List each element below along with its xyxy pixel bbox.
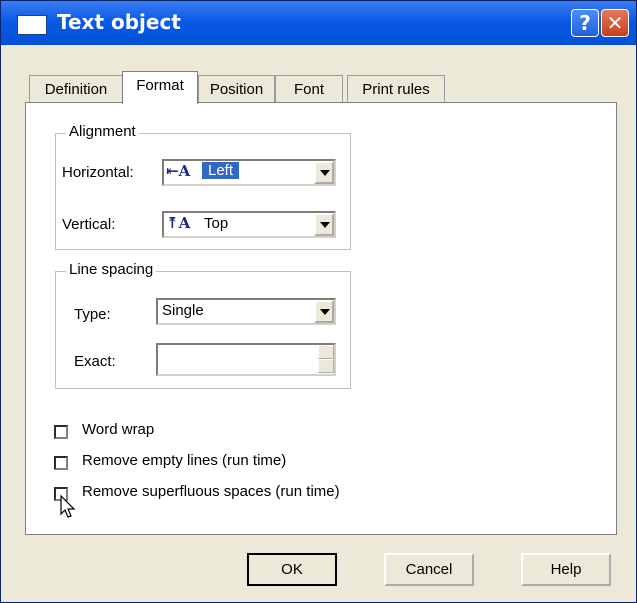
- window-icon: [17, 15, 47, 35]
- line-spacing-group: Line spacing Type: Single Exact:: [55, 261, 351, 389]
- word-wrap-label: Word wrap: [82, 421, 155, 438]
- help-button[interactable]: Help: [521, 553, 611, 586]
- align-left-icon: ⇤A: [166, 162, 191, 180]
- align-top-icon: ⤒A: [166, 214, 191, 232]
- type-label: Type:: [74, 306, 111, 323]
- tab-format[interactable]: Format: [122, 71, 198, 104]
- exact-label: Exact:: [74, 353, 116, 370]
- spin-down-button[interactable]: [318, 359, 334, 373]
- alignment-group: Alignment Horizontal: ⇤A Left Vertical: …: [55, 123, 351, 250]
- vertical-value: Top: [204, 215, 229, 232]
- vertical-select[interactable]: ⤒A Top: [162, 211, 336, 238]
- tab-definition[interactable]: Definition: [29, 75, 123, 103]
- vertical-label: Vertical:: [62, 216, 116, 233]
- tab-position[interactable]: Position: [198, 75, 275, 103]
- vertical-dropdown-button[interactable]: [314, 213, 334, 236]
- mouse-cursor-icon: [60, 495, 76, 518]
- type-select[interactable]: Single: [156, 298, 336, 325]
- spin-up-button[interactable]: [318, 345, 334, 359]
- tab-font[interactable]: Font: [275, 75, 343, 103]
- horizontal-value: Left: [202, 162, 240, 179]
- remove-empty-lines-label: Remove empty lines (run time): [82, 452, 287, 469]
- format-panel: Alignment Horizontal: ⇤A Left Vertical: …: [25, 102, 617, 535]
- type-dropdown-button[interactable]: [314, 300, 334, 323]
- tab-print-rules[interactable]: Print rules: [347, 75, 445, 103]
- word-wrap-checkbox[interactable]: [54, 425, 68, 439]
- horizontal-label: Horizontal:: [62, 164, 134, 181]
- ok-button[interactable]: OK: [247, 553, 337, 586]
- remove-empty-lines-checkbox[interactable]: [54, 456, 68, 470]
- cancel-button[interactable]: Cancel: [384, 553, 474, 586]
- alignment-legend: Alignment: [66, 123, 139, 140]
- remove-spaces-label: Remove superfluous spaces (run time): [82, 483, 340, 500]
- exact-spinner[interactable]: [318, 345, 334, 374]
- line-spacing-legend: Line spacing: [66, 261, 157, 278]
- dialog-window: Text object ? ✕ Definition Format Positi…: [0, 0, 637, 603]
- window-title: Text object: [57, 10, 181, 34]
- horizontal-select[interactable]: ⇤A Left: [162, 159, 336, 186]
- exact-field[interactable]: [156, 343, 336, 376]
- type-value: Single: [162, 302, 204, 319]
- help-title-button[interactable]: ?: [571, 9, 599, 37]
- title-bar[interactable]: Text object ? ✕: [1, 1, 636, 45]
- horizontal-dropdown-button[interactable]: [314, 161, 334, 184]
- close-button[interactable]: ✕: [601, 9, 629, 37]
